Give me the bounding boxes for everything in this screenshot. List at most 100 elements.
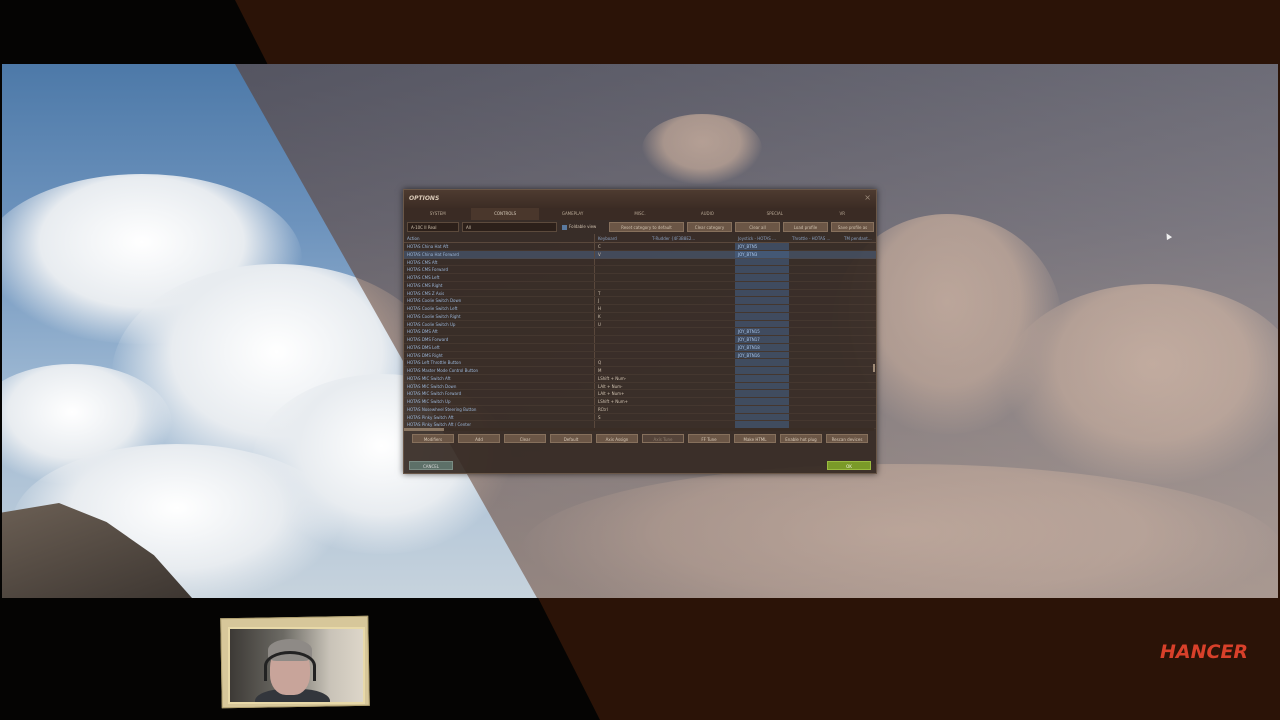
checkbox-icon[interactable] bbox=[562, 224, 567, 230]
keyboard-cell[interactable] bbox=[594, 351, 649, 359]
keyboard-cell[interactable] bbox=[594, 336, 649, 343]
keyboard-cell[interactable]: LAlt + Num- bbox=[594, 382, 649, 390]
clear-all-button[interactable]: Clear all bbox=[735, 222, 780, 232]
rudder-cell[interactable] bbox=[649, 421, 735, 428]
action-cell[interactable]: HOTAS DMS Aft bbox=[404, 328, 594, 335]
table-row[interactable]: HOTAS MIC Switch Up LShift + Num+ bbox=[404, 398, 876, 406]
action-cell[interactable]: HOTAS Coolie Switch Up bbox=[404, 321, 594, 328]
throttle-cell[interactable] bbox=[789, 243, 874, 250]
horizontal-scrollbar[interactable] bbox=[404, 428, 874, 431]
rudder-cell[interactable] bbox=[649, 321, 735, 328]
joystick-cell[interactable] bbox=[735, 305, 789, 312]
joystick-cell[interactable] bbox=[735, 359, 789, 366]
joystick-cell[interactable] bbox=[735, 398, 789, 405]
joystick-cell[interactable] bbox=[735, 266, 789, 273]
joystick-cell[interactable] bbox=[735, 390, 789, 397]
table-row[interactable]: HOTAS CMS Right bbox=[404, 281, 876, 290]
action-cell[interactable]: HOTAS Nosewheel Steering Button bbox=[404, 406, 594, 413]
rudder-cell[interactable] bbox=[649, 367, 735, 374]
joystick-cell[interactable] bbox=[735, 367, 789, 374]
joystick-cell[interactable] bbox=[735, 413, 789, 421]
action-cell[interactable]: HOTAS MIC Switch Forward bbox=[404, 390, 594, 397]
keyboard-cell[interactable]: V bbox=[594, 250, 649, 258]
joystick-cell[interactable] bbox=[735, 382, 789, 390]
action-cell[interactable]: HOTAS CMS Z Axis bbox=[404, 290, 594, 297]
joystick-cell[interactable] bbox=[735, 421, 789, 428]
rudder-cell[interactable] bbox=[649, 414, 735, 421]
rudder-cell[interactable] bbox=[649, 297, 735, 304]
action-cell[interactable]: HOTAS DMS Forward bbox=[404, 336, 594, 343]
column-pendant[interactable]: TM pendant... bbox=[841, 234, 874, 242]
rudder-cell[interactable] bbox=[649, 390, 735, 397]
action-cell[interactable]: HOTAS China Hat Forward bbox=[404, 251, 594, 258]
throttle-cell[interactable] bbox=[789, 421, 874, 428]
table-row[interactable]: HOTAS China Hat Forward V JOY_BTN3 bbox=[404, 250, 876, 259]
action-cell[interactable]: HOTAS Coolie Switch Down bbox=[404, 297, 594, 304]
throttle-cell[interactable] bbox=[789, 274, 874, 281]
joystick-cell[interactable]: JOY_BTN17 bbox=[735, 336, 789, 343]
column-throttle[interactable]: Throttle - HOTAS ... bbox=[789, 234, 841, 242]
action-cell[interactable]: HOTAS DMS Right bbox=[404, 352, 594, 359]
action-cell[interactable]: HOTAS MIC Switch Up bbox=[404, 398, 594, 405]
throttle-cell[interactable] bbox=[789, 336, 874, 343]
table-row[interactable]: HOTAS MIC Switch Aft LShift + Num- bbox=[404, 374, 876, 383]
keyboard-cell[interactable] bbox=[594, 274, 649, 281]
joystick-cell[interactable] bbox=[735, 289, 789, 297]
rudder-cell[interactable] bbox=[649, 375, 735, 382]
throttle-cell[interactable] bbox=[789, 406, 874, 413]
joystick-cell[interactable]: JOY_BTN5 bbox=[735, 243, 789, 250]
keyboard-cell[interactable] bbox=[594, 421, 649, 428]
table-row[interactable]: HOTAS Coolie Switch Up U bbox=[404, 320, 876, 329]
category-select[interactable]: All bbox=[462, 222, 557, 232]
table-row[interactable]: HOTAS MIC Switch Forward LAlt + Num+ bbox=[404, 390, 876, 398]
throttle-cell[interactable] bbox=[789, 266, 874, 273]
rudder-cell[interactable] bbox=[649, 266, 735, 273]
table-row[interactable]: HOTAS Master Mode Control Button M bbox=[404, 367, 876, 375]
keyboard-cell[interactable] bbox=[594, 343, 649, 351]
ff-tune-button[interactable]: FF Tune bbox=[688, 434, 730, 443]
save-profile-button[interactable]: Save profile as bbox=[831, 222, 874, 232]
rudder-cell[interactable] bbox=[649, 383, 735, 390]
column-keyboard[interactable]: Keyboard bbox=[594, 234, 649, 242]
keyboard-cell[interactable] bbox=[594, 281, 649, 289]
column-joystick[interactable]: Joystick - HOTAS ... bbox=[735, 234, 789, 242]
default-button[interactable]: Default bbox=[550, 434, 592, 443]
joystick-cell[interactable] bbox=[735, 312, 789, 320]
make-html-button[interactable]: Make HTML bbox=[734, 434, 776, 443]
table-row[interactable]: HOTAS CMS Left bbox=[404, 274, 876, 282]
table-row[interactable]: HOTAS DMS Forward JOY_BTN17 bbox=[404, 336, 876, 344]
tab-special[interactable]: SPECIAL bbox=[741, 208, 808, 220]
keyboard-cell[interactable]: LShift + Num- bbox=[594, 374, 649, 382]
keyboard-cell[interactable]: U bbox=[594, 320, 649, 328]
column-rudder[interactable]: T-Rudder {4F3B8E2... bbox=[649, 234, 735, 242]
rudder-cell[interactable] bbox=[649, 406, 735, 413]
scrollbar-thumb[interactable] bbox=[404, 428, 444, 431]
keyboard-cell[interactable]: RCtrl bbox=[594, 405, 649, 413]
keyboard-cell[interactable]: C bbox=[594, 243, 649, 250]
cancel-button[interactable]: CANCEL bbox=[409, 461, 453, 470]
keyboard-cell[interactable]: LAlt + Num+ bbox=[594, 390, 649, 397]
reset-category-button[interactable]: Reset category to default bbox=[609, 222, 684, 232]
rudder-cell[interactable] bbox=[649, 282, 735, 289]
throttle-cell[interactable] bbox=[789, 414, 874, 421]
action-cell[interactable]: HOTAS Master Mode Control Button bbox=[404, 367, 594, 374]
rudder-cell[interactable] bbox=[649, 259, 735, 266]
throttle-cell[interactable] bbox=[789, 328, 874, 335]
joystick-cell[interactable] bbox=[735, 297, 789, 304]
table-row[interactable]: HOTAS Coolie Switch Right K bbox=[404, 312, 876, 321]
aircraft-select[interactable]: A-10C II Real bbox=[407, 222, 459, 232]
foldable-view-toggle[interactable]: Foldable view bbox=[562, 222, 606, 232]
ok-button[interactable]: OK bbox=[827, 461, 871, 470]
rudder-cell[interactable] bbox=[649, 243, 735, 250]
joystick-cell[interactable] bbox=[735, 405, 789, 413]
throttle-cell[interactable] bbox=[789, 297, 874, 304]
table-row[interactable]: HOTAS DMS Left JOY_BTN18 bbox=[404, 343, 876, 352]
rudder-cell[interactable] bbox=[649, 398, 735, 405]
joystick-cell[interactable] bbox=[735, 258, 789, 266]
clear-category-button[interactable]: Clear category bbox=[687, 222, 732, 232]
action-cell[interactable]: HOTAS DMS Left bbox=[404, 344, 594, 351]
axis-tune-button[interactable]: Axis Tune bbox=[642, 434, 684, 443]
table-row[interactable]: HOTAS CMS Z Axis T bbox=[404, 289, 876, 298]
action-cell[interactable]: HOTAS Left Throttle Button bbox=[404, 359, 594, 366]
action-cell[interactable]: HOTAS CMS Forward bbox=[404, 266, 594, 273]
